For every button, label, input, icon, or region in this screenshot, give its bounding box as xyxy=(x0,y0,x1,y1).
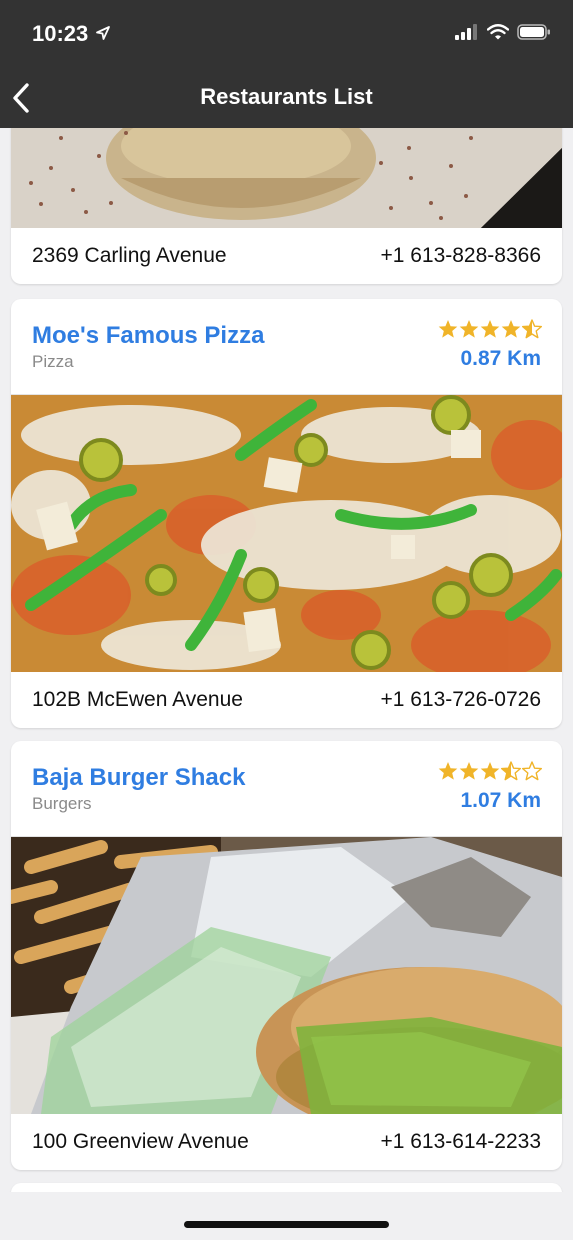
card-footer: 102B McEwen Avenue +1 613-726-0726 xyxy=(11,672,562,728)
cellular-signal-icon xyxy=(455,24,477,40)
restaurant-card[interactable]: Baja Burger Shack Burgers 1.07 Km 100 Gr… xyxy=(11,741,562,1170)
card-footer: 2369 Carling Avenue +1 613-828-8366 xyxy=(11,228,562,284)
restaurant-card[interactable]: Moe's Famous Pizza Pizza 0.87 Km 102B Mc… xyxy=(11,299,562,728)
restaurant-list[interactable]: 2369 Carling Avenue +1 613-828-8366 Moe'… xyxy=(0,128,573,1192)
card-footer: 100 Greenview Avenue +1 613-614-2233 xyxy=(11,1114,562,1170)
star-half-icon xyxy=(501,761,521,781)
card-header: Baja Burger Shack Burgers 1.07 Km xyxy=(11,741,562,837)
rating-stars xyxy=(438,761,542,781)
restaurant-address[interactable]: 2369 Carling Avenue xyxy=(32,244,227,268)
star-filled-icon xyxy=(501,320,521,338)
restaurant-category: Pizza xyxy=(32,352,74,371)
star-filled-icon xyxy=(480,762,500,780)
restaurant-photo xyxy=(11,837,562,1114)
restaurant-phone[interactable]: +1 613-726-0726 xyxy=(380,688,541,712)
wifi-icon xyxy=(487,24,509,40)
star-filled-icon xyxy=(459,762,479,780)
restaurant-address[interactable]: 100 Greenview Avenue xyxy=(32,1130,249,1154)
home-indicator[interactable] xyxy=(184,1221,389,1228)
restaurant-phone[interactable]: +1 613-614-2233 xyxy=(380,1130,541,1154)
home-area xyxy=(0,1192,573,1240)
restaurant-category: Burgers xyxy=(32,794,92,813)
restaurant-address[interactable]: 102B McEwen Avenue xyxy=(32,688,243,712)
location-arrow-icon xyxy=(96,26,110,40)
star-filled-icon xyxy=(438,762,458,780)
status-time: 10:23 xyxy=(32,21,89,46)
status-bar: 10:23 xyxy=(0,0,573,68)
card-header: Moe's Famous Pizza Pizza 0.87 Km xyxy=(11,299,562,395)
star-filled-icon xyxy=(438,320,458,338)
restaurant-name[interactable]: Moe's Famous Pizza xyxy=(32,322,264,350)
restaurant-card[interactable]: 2369 Carling Avenue +1 613-828-8366 xyxy=(11,128,562,284)
restaurant-photo xyxy=(11,128,562,228)
restaurant-name[interactable]: Baja Burger Shack xyxy=(32,764,245,792)
page-title: Restaurants List xyxy=(200,84,373,109)
battery-icon xyxy=(517,24,550,40)
restaurant-phone[interactable]: +1 613-828-8366 xyxy=(380,244,541,268)
star-filled-icon xyxy=(480,320,500,338)
restaurant-card[interactable] xyxy=(11,1183,562,1192)
restaurant-distance: 1.07 Km xyxy=(460,789,541,812)
star-filled-icon xyxy=(459,320,479,338)
restaurant-photo xyxy=(11,395,562,672)
rating-stars xyxy=(438,319,542,339)
star-empty-icon xyxy=(522,761,542,781)
restaurant-distance: 0.87 Km xyxy=(460,347,541,370)
star-half-icon xyxy=(522,319,542,339)
navigation-bar: Restaurants List xyxy=(0,68,573,128)
